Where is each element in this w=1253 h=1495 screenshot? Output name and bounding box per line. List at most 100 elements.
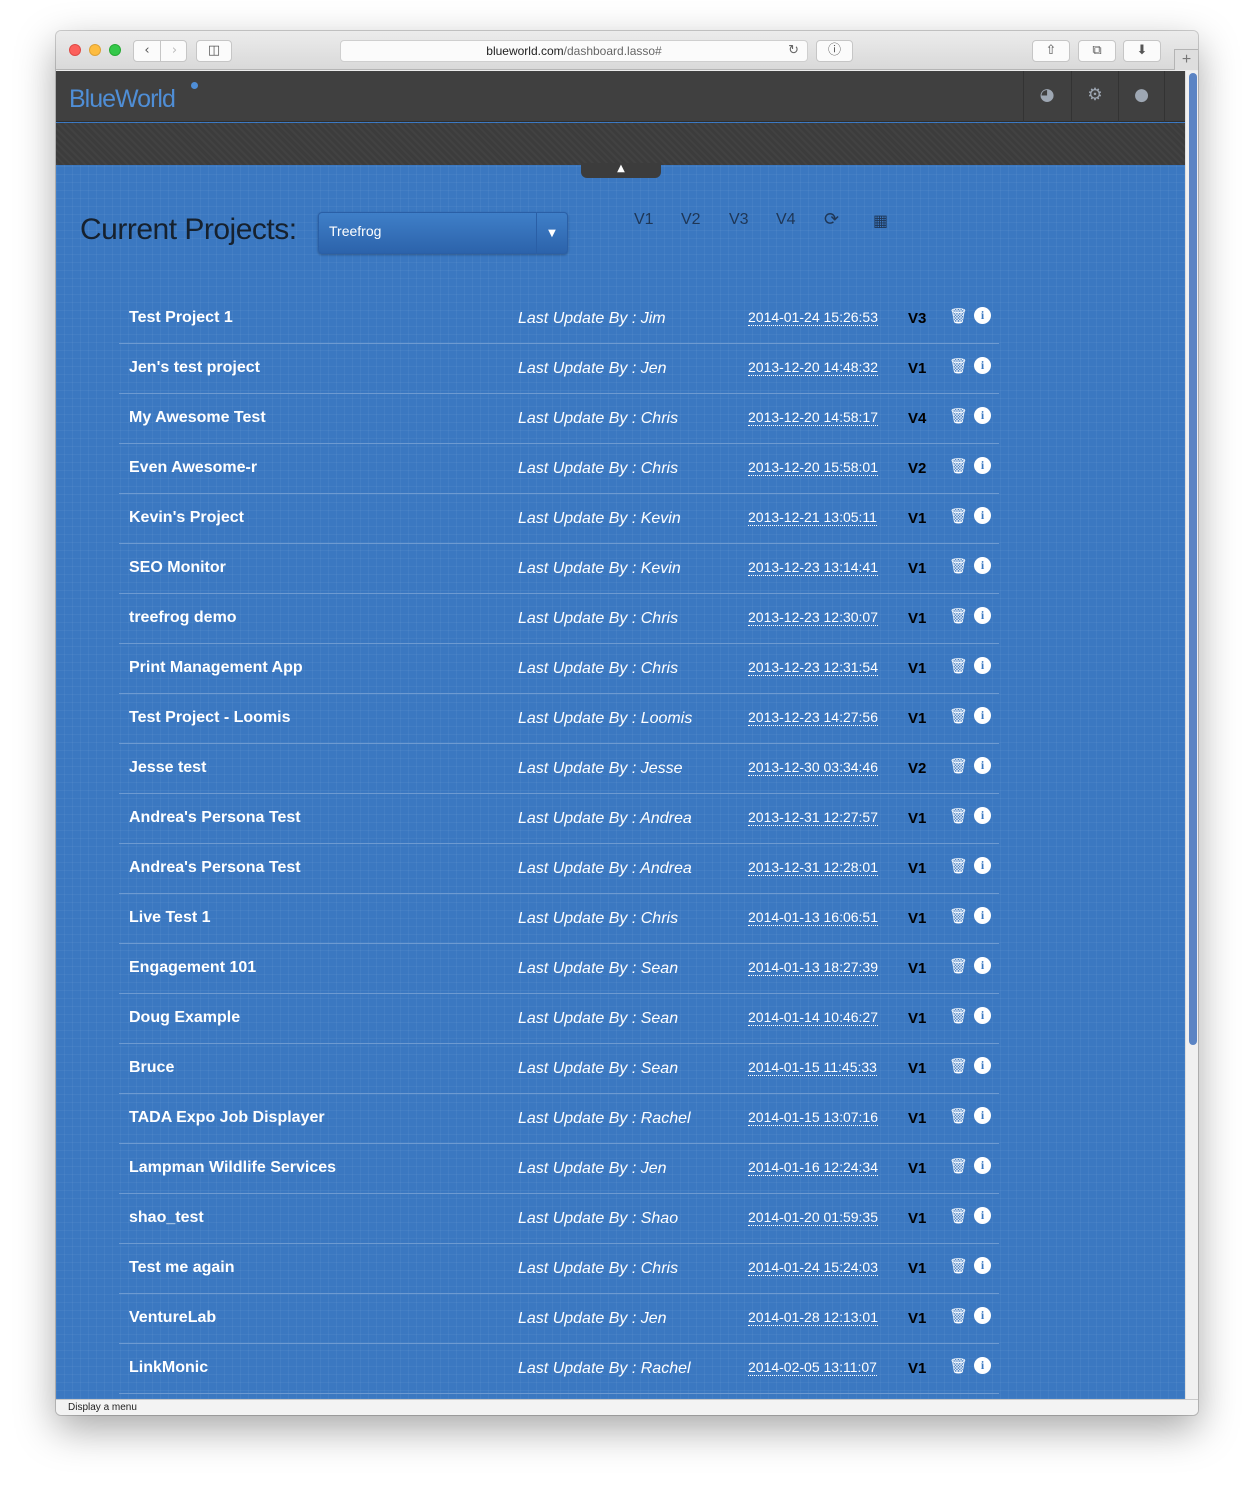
trash-icon[interactable]: 🗑 [949,1107,968,1125]
project-name[interactable]: Even Awesome-r [129,459,257,477]
window-close-button[interactable] [69,44,81,56]
info-icon[interactable]: i [974,407,991,424]
project-row[interactable]: TADA Expo Job Displayer Last Update By :… [119,1094,999,1144]
project-row[interactable]: Jesse test Last Update By : Jesse 2013-1… [119,744,999,794]
project-row[interactable]: Even Awesome-r Last Update By : Chris 20… [119,444,999,494]
sidebar-toggle-button[interactable]: ◫ [196,40,232,62]
forward-button[interactable]: › [161,41,188,61]
trash-icon[interactable]: 🗑 [949,607,968,625]
trash-icon[interactable]: 🗑 [949,1007,968,1025]
trash-icon[interactable]: 🗑 [949,707,968,725]
trash-icon[interactable]: 🗑 [949,1257,968,1275]
project-row[interactable]: Doug Example Last Update By : Sean 2014-… [119,994,999,1044]
trash-icon[interactable]: 🗑 [949,857,968,875]
project-row[interactable]: SEO Monitor Last Update By : Kevin 2013-… [119,544,999,594]
project-row[interactable]: Lampman Wildlife Services Last Update By… [119,1144,999,1194]
collapse-header-toggle[interactable]: ▲ [581,163,661,178]
filter-v1-button[interactable]: V1 [634,211,654,231]
show-tabs-button[interactable]: ⧉ [1078,40,1116,62]
trash-icon[interactable]: 🗑 [949,757,968,775]
project-row[interactable]: treefrog demo Last Update By : Chris 201… [119,594,999,644]
info-icon[interactable]: i [974,1007,991,1024]
window-zoom-button[interactable] [109,44,121,56]
project-name[interactable]: Live Test 1 [129,909,211,927]
info-icon[interactable]: i [974,1057,991,1074]
project-name[interactable]: Andrea's Persona Test [129,809,301,827]
project-row[interactable]: shao_test Last Update By : Shao 2014-01-… [119,1194,999,1244]
project-name[interactable]: Test Project 1 [129,309,233,327]
project-name[interactable]: Print Management App [129,659,303,677]
trash-icon[interactable]: 🗑 [949,1057,968,1075]
nav-settings-button[interactable]: ⚙ [1071,71,1118,122]
info-icon[interactable]: i [974,457,991,474]
trash-icon[interactable]: 🗑 [949,907,968,925]
scrollbar-thumb[interactable] [1189,73,1197,1045]
project-name[interactable]: SEO Monitor [129,559,226,577]
new-tab-button[interactable]: + [1174,49,1198,70]
project-row[interactable]: Andrea's Persona Test Last Update By : A… [119,844,999,894]
project-row[interactable]: Live Test 1 Last Update By : Chris 2014-… [119,894,999,944]
project-row[interactable]: Bruce Last Update By : Sean 2014-01-15 1… [119,1044,999,1094]
trash-icon[interactable]: 🗑 [949,407,968,425]
project-name[interactable]: TADA Expo Job Displayer [129,1109,325,1127]
info-icon[interactable]: i [974,1357,991,1374]
info-icon[interactable]: i [974,857,991,874]
info-icon[interactable]: i [974,907,991,924]
trash-icon[interactable]: 🗑 [949,807,968,825]
project-row[interactable]: Jen's test project Last Update By : Jen … [119,344,999,394]
project-select[interactable]: Treefrog ▼ [318,212,568,254]
site-info-button[interactable]: ⓘ [816,40,853,62]
nav-user-button[interactable]: ● [1118,71,1165,122]
nav-dashboard-button[interactable]: ◕ [1023,71,1070,122]
project-name[interactable]: shao_test [129,1209,204,1227]
refresh-icon[interactable]: ⟳ [824,209,839,230]
project-name[interactable]: Test Project - Loomis [129,709,291,727]
project-name[interactable]: Kevin's Project [129,509,244,527]
project-row[interactable]: VentureLab Last Update By : Jen 2014-01-… [119,1294,999,1344]
info-icon[interactable]: i [974,707,991,724]
filter-v2-button[interactable]: V2 [681,211,701,231]
info-icon[interactable]: i [974,757,991,774]
project-name[interactable]: Lampman Wildlife Services [129,1159,336,1177]
trash-icon[interactable]: 🗑 [949,1307,968,1325]
trash-icon[interactable]: 🗑 [949,1207,968,1225]
info-icon[interactable]: i [974,1107,991,1124]
trash-icon[interactable]: 🗑 [949,507,968,525]
trash-icon[interactable]: 🗑 [949,307,968,325]
project-name[interactable]: LinkMonic [129,1359,208,1377]
trash-icon[interactable]: 🗑 [949,1357,968,1375]
trash-icon[interactable]: 🗑 [949,357,968,375]
filter-v3-button[interactable]: V3 [729,211,749,231]
reload-icon[interactable]: ↻ [788,41,799,61]
grid-icon[interactable]: ▦ [873,211,888,231]
project-name[interactable]: Jen's test project [129,359,260,377]
project-name[interactable]: VentureLab [129,1309,216,1327]
info-icon[interactable]: i [974,507,991,524]
address-bar[interactable]: blueworld.com/dashboard.lasso# ↻ [340,40,808,62]
project-name[interactable]: Jesse test [129,759,206,777]
project-row[interactable]: Test me again Last Update By : Chris 201… [119,1244,999,1294]
info-icon[interactable]: i [974,307,991,324]
window-minimize-button[interactable] [89,44,101,56]
info-icon[interactable]: i [974,607,991,624]
info-icon[interactable]: i [974,1157,991,1174]
trash-icon[interactable]: 🗑 [949,457,968,475]
project-row[interactable]: My Awesome Test Last Update By : Chris 2… [119,394,999,444]
info-icon[interactable]: i [974,1257,991,1274]
project-row[interactable]: Test Project 1 Last Update By : Jim 2014… [119,294,999,344]
project-row[interactable]: Print Management App Last Update By : Ch… [119,644,999,694]
project-name[interactable]: Bruce [129,1059,174,1077]
project-row[interactable]: Test Project - Loomis Last Update By : L… [119,694,999,744]
project-row[interactable]: Andrea's Persona Test Last Update By : A… [119,794,999,844]
trash-icon[interactable]: 🗑 [949,657,968,675]
downloads-button[interactable]: ⬇ [1123,40,1161,62]
chevron-down-icon[interactable]: ▼ [536,213,567,253]
project-name[interactable]: Andrea's Persona Test [129,859,301,877]
info-icon[interactable]: i [974,657,991,674]
info-icon[interactable]: i [974,557,991,574]
trash-icon[interactable]: 🗑 [949,957,968,975]
info-icon[interactable]: i [974,1307,991,1324]
back-button[interactable]: ‹ [134,41,161,61]
info-icon[interactable]: i [974,957,991,974]
project-name[interactable]: Doug Example [129,1009,240,1027]
